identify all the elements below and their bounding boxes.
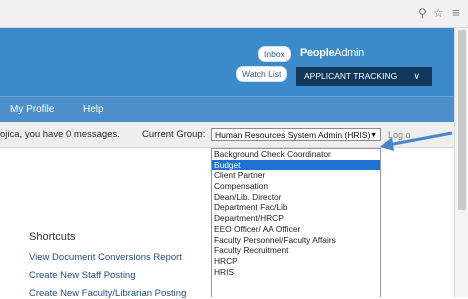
main-nav: My Profile Help [0, 96, 454, 123]
shortcuts-heading: Shortcuts [29, 231, 76, 243]
group-option[interactable]: Compensation [212, 181, 380, 192]
group-option[interactable]: Dean/Lib. Director [212, 192, 380, 203]
dropdown-arrow-icon: ▼ [370, 132, 377, 139]
group-option[interactable]: HRCP [212, 256, 380, 267]
page-scrollbar[interactable] [454, 28, 468, 297]
shortcut-link[interactable]: Create New Faculty/Librarian Posting [29, 288, 186, 299]
chevron-down-icon: ∨ [413, 71, 420, 81]
nav-help[interactable]: Help [83, 104, 104, 115]
menu-icon[interactable]: ≡ [452, 5, 460, 21]
messages-text: ojica, you have 0 messages. [0, 129, 120, 140]
group-dropdown-list: Background Check Coordinator Budget Clie… [211, 148, 381, 297]
current-group-value: Human Resources System Admin (HRIS) [215, 130, 371, 140]
group-option[interactable]: Department/HRCP [212, 213, 380, 224]
zoom-icon[interactable]: ⚲ [418, 5, 427, 21]
module-label: APPLICANT TRACKING [304, 71, 398, 81]
current-group-label: Current Group: [142, 129, 206, 140]
group-option[interactable]: Department Fac/Lib [212, 202, 380, 213]
browser-toolbar: ⚲ ☆ ≡ [0, 0, 468, 28]
brand-logo: PeopleAdmin [300, 47, 364, 59]
scrollbar-thumb[interactable] [458, 30, 466, 210]
group-option[interactable]: Client Partner [212, 170, 380, 181]
group-option[interactable]: Faculty Personnel/Faculty Affairs [212, 235, 380, 246]
group-option[interactable]: Faculty Recruitment [212, 245, 380, 256]
star-icon[interactable]: ☆ [433, 5, 444, 21]
current-group-select[interactable]: Human Resources System Admin (HRIS) ▼ [211, 128, 381, 141]
shortcut-link[interactable]: Create New Staff Posting [29, 270, 136, 281]
group-option-highlighted[interactable]: Budget [212, 159, 380, 171]
annotation-arrow-icon [380, 131, 453, 151]
group-option[interactable]: Background Check Coordinator [212, 149, 380, 160]
module-switcher-button[interactable]: APPLICANT TRACKING ∨ [296, 67, 432, 86]
watch-list-button[interactable]: Watch List [236, 66, 288, 82]
nav-my-profile[interactable]: My Profile [10, 104, 54, 115]
inbox-button[interactable]: Inbox [258, 46, 291, 62]
group-option[interactable]: EEO Officer/ AA Officer [212, 224, 380, 235]
group-option[interactable]: HRIS [212, 267, 380, 278]
shortcut-link[interactable]: View Document Conversions Report [29, 252, 182, 263]
